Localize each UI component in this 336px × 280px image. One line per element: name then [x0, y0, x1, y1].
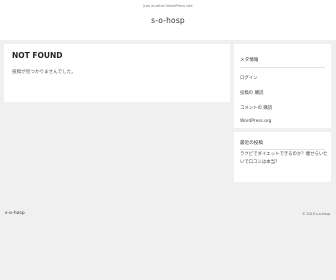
- comments-feed-link[interactable]: コメントの 購読: [240, 105, 272, 111]
- meta-widget: メタ情報 ログイン 投稿の 購読 コメントの 購読 WordPress.org: [234, 44, 331, 128]
- meta-widget-title: メタ情報: [240, 58, 259, 63]
- recent-posts-widget: 最近の投稿 ラクビでダイエットできるのか？痩せらいたいで口コミは本当？: [234, 132, 331, 182]
- not-found-message: 投稿が見つかりませんでした。: [12, 70, 76, 75]
- main-content-card: NOT FOUND 投稿が見つかりませんでした。: [4, 44, 230, 102]
- login-link[interactable]: ログイン: [240, 75, 258, 81]
- site-header: Just another WordPress site s-o-hosp: [0, 0, 336, 40]
- widget-divider: [240, 149, 325, 150]
- wordpress-org-link[interactable]: WordPress.org: [240, 119, 271, 124]
- not-found-heading: NOT FOUND: [12, 51, 63, 60]
- site-title-link[interactable]: s-o-hosp: [0, 16, 336, 25]
- recent-posts-title: 最近の投稿: [240, 141, 263, 146]
- footer-copyright: © 2019 s-o-hosp: [302, 212, 330, 216]
- recent-post-link[interactable]: ラクビでダイエットできるのか？痩せらいたいで口コミは本当？: [240, 151, 328, 167]
- site-tagline: Just another WordPress site: [143, 4, 193, 8]
- footer-site-title-link[interactable]: s-o-hosp: [5, 211, 25, 216]
- site-footer: s-o-hosp © 2019 s-o-hosp: [0, 206, 336, 222]
- posts-feed-link[interactable]: 投稿の 購読: [240, 90, 263, 96]
- widget-divider: [240, 67, 325, 68]
